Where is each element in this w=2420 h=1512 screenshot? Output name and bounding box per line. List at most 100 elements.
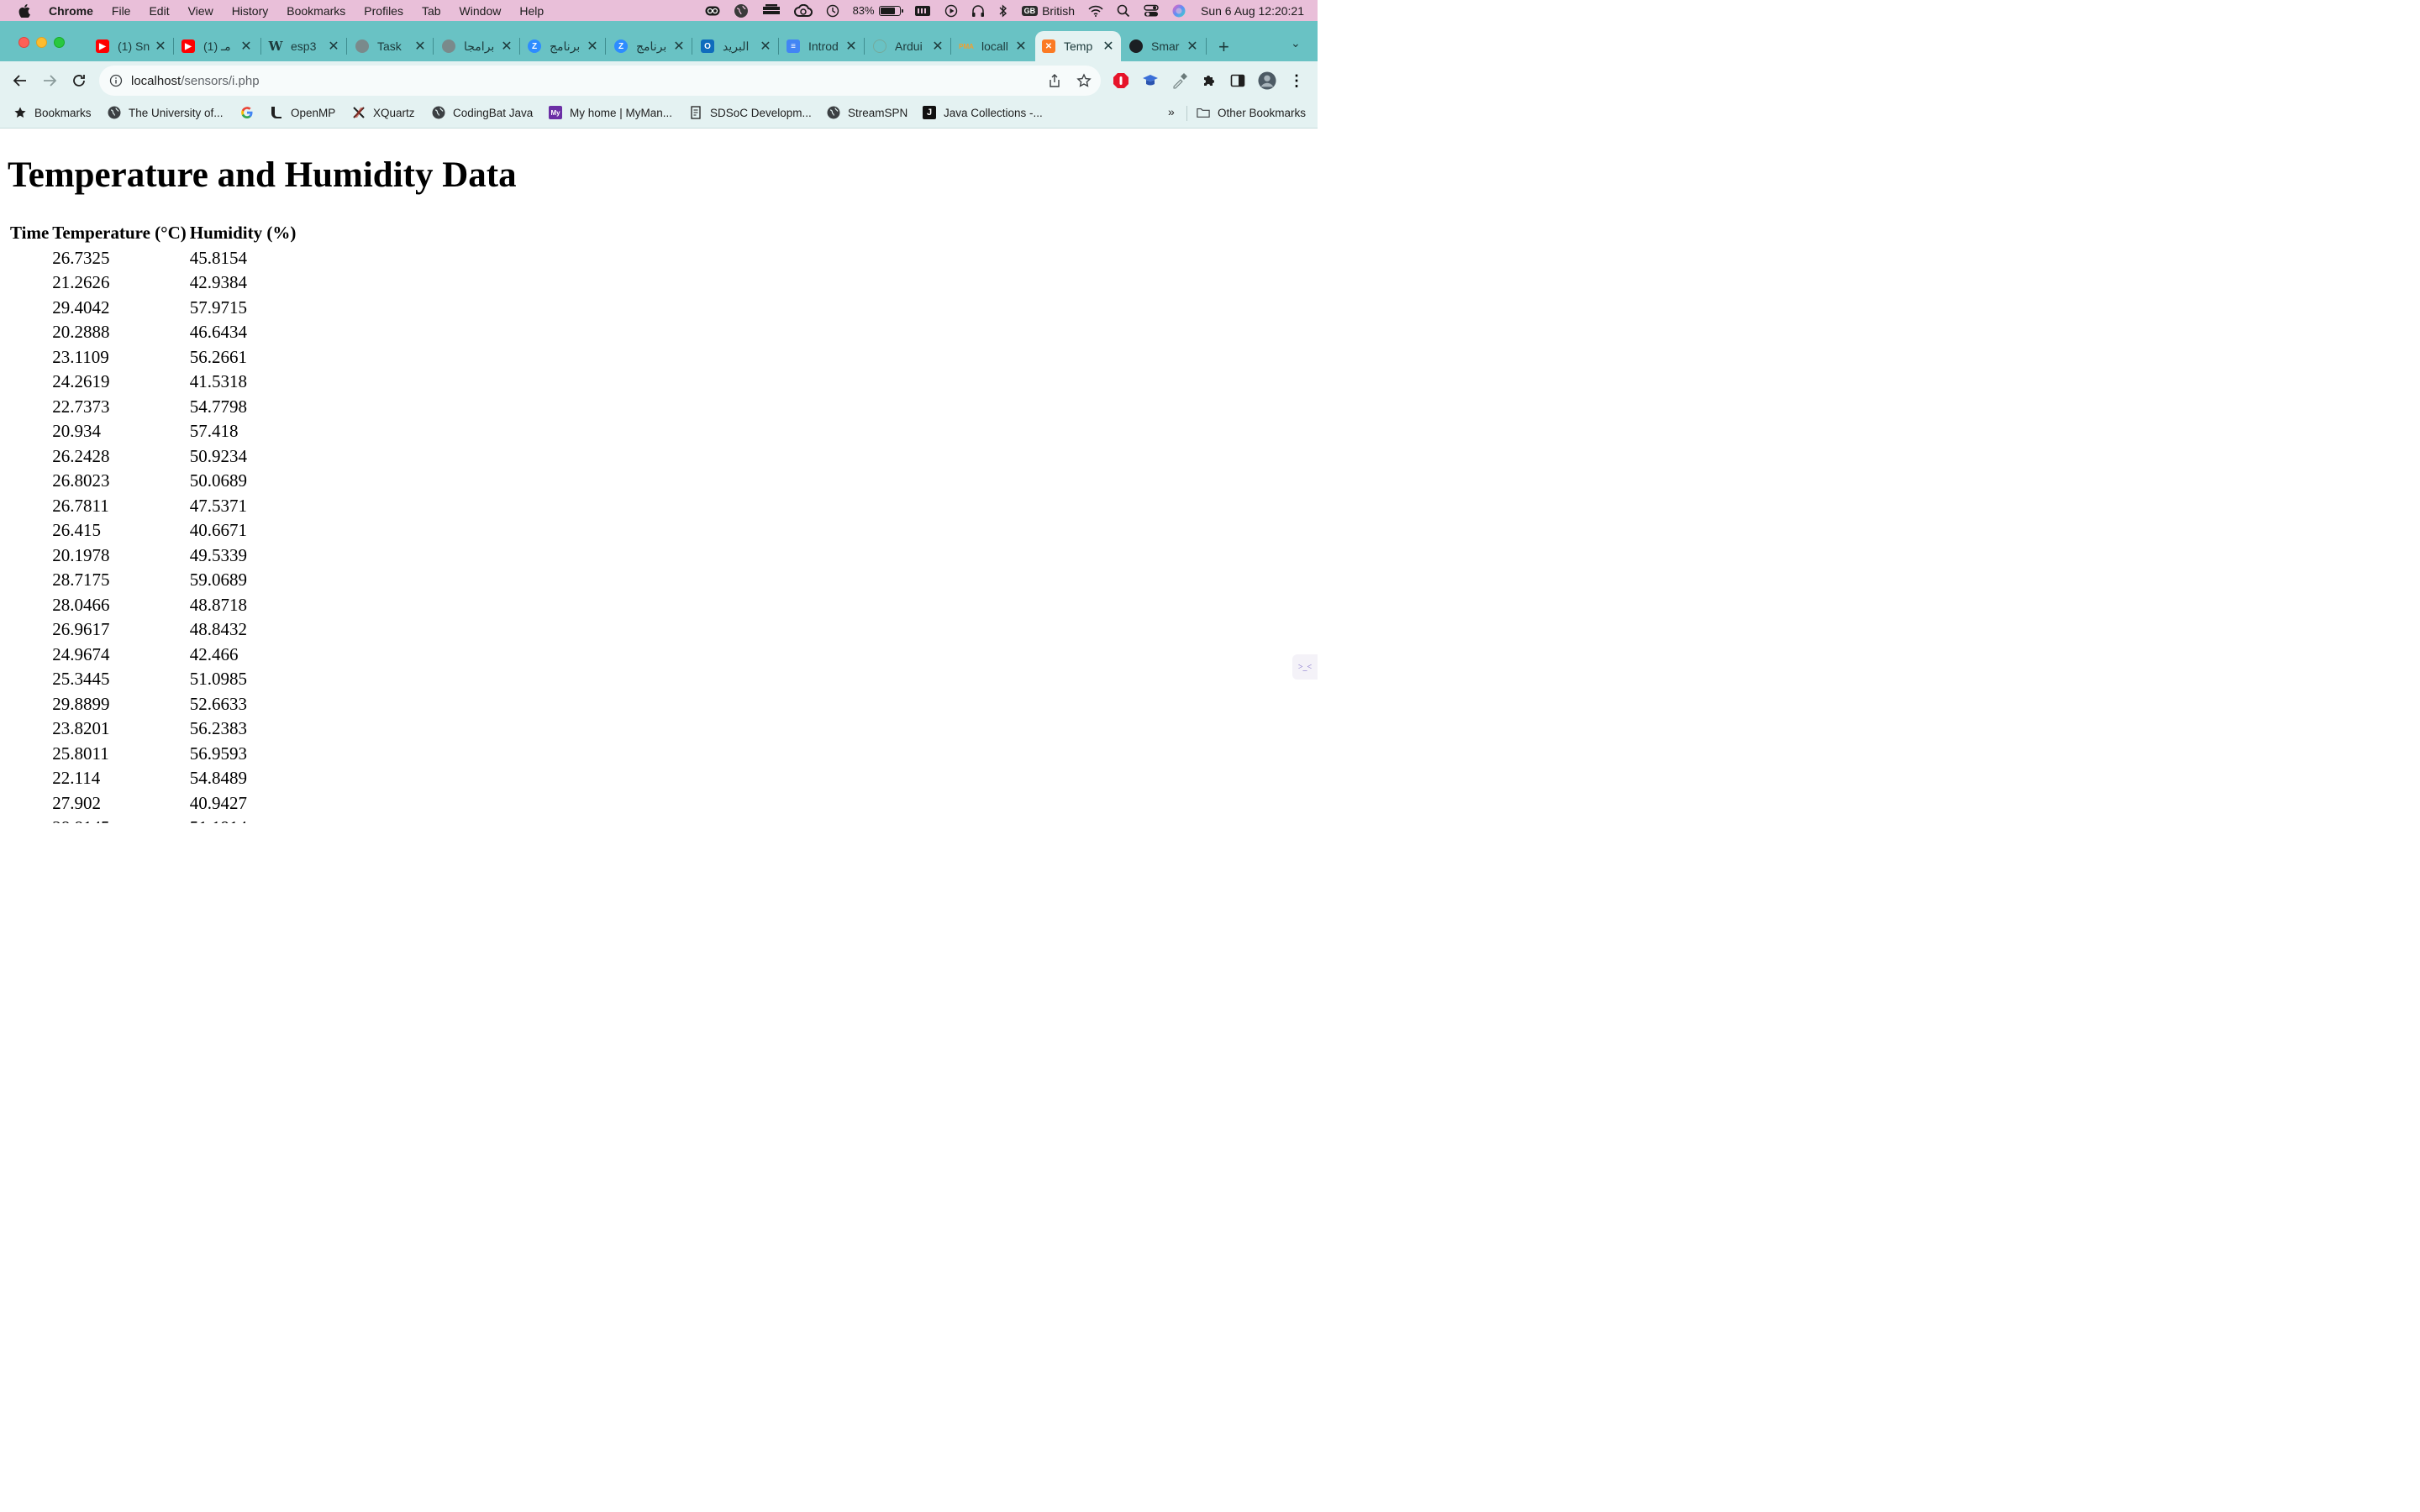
- reload-icon[interactable]: [69, 71, 89, 91]
- infinity-app-icon[interactable]: [705, 0, 720, 21]
- page-title: Temperature and Humidity Data: [8, 155, 517, 195]
- close-tab-icon[interactable]: ✕: [328, 38, 339, 55]
- wifi-icon[interactable]: [1088, 0, 1103, 21]
- bookmark-codingbat[interactable]: CodingBat Java: [432, 100, 533, 125]
- table-row: 21.2626 42.9384: [9, 271, 297, 295]
- java-j-icon: J: [923, 106, 936, 119]
- tab-separator: [519, 38, 520, 55]
- menu-window[interactable]: Window: [460, 4, 502, 18]
- eyedropper-extension-icon[interactable]: [1171, 71, 1189, 90]
- creative-cloud-icon[interactable]: [793, 0, 813, 21]
- close-tab-icon[interactable]: ✕: [673, 38, 685, 55]
- side-panel-icon[interactable]: [1228, 71, 1247, 90]
- close-tab-icon[interactable]: ✕: [501, 38, 513, 55]
- close-tab-icon[interactable]: ✕: [760, 38, 771, 55]
- share-icon[interactable]: [1046, 72, 1063, 89]
- close-tab-icon[interactable]: ✕: [845, 38, 857, 55]
- memory-chip-icon[interactable]: [914, 0, 931, 21]
- close-window-button[interactable]: [18, 37, 29, 48]
- bookmark-xquartz[interactable]: XQuartz: [352, 100, 415, 125]
- menubar-status-area: 83% GB British Sun 6 Aug 12:20:21: [692, 0, 1318, 21]
- input-source-menu[interactable]: GB British: [1021, 0, 1075, 21]
- time-cell: [9, 792, 50, 816]
- bookmark-myman[interactable]: My My home | MyMan...: [549, 100, 672, 125]
- bookmark-java-collections[interactable]: J Java Collections -...: [923, 100, 1043, 125]
- menu-edit[interactable]: Edit: [149, 4, 169, 18]
- tab-github[interactable]: Smar ✕: [1123, 31, 1205, 61]
- time-cell: [9, 470, 50, 493]
- site-info-icon[interactable]: [109, 74, 123, 87]
- close-tab-icon[interactable]: ✕: [1015, 38, 1027, 55]
- new-tab-plus-icon[interactable]: +: [1218, 36, 1229, 58]
- extensions-puzzle-icon[interactable]: [1200, 71, 1218, 90]
- back-arrow-icon[interactable]: [10, 71, 30, 91]
- bookmark-label: Other Bookmarks: [1218, 106, 1307, 119]
- menu-bookmarks[interactable]: Bookmarks: [287, 4, 345, 18]
- menu-app-name[interactable]: Chrome: [49, 4, 93, 18]
- tab-google-docs[interactable]: ≡ Introd ✕: [780, 31, 864, 61]
- bookmark-openmp[interactable]: OpenMP: [270, 100, 335, 125]
- battery-icon[interactable]: 83%: [853, 0, 903, 21]
- close-tab-icon[interactable]: ✕: [240, 38, 252, 55]
- more-bookmarks-chevron-icon[interactable]: »: [1168, 105, 1175, 118]
- bookmark-bookmarks[interactable]: Bookmarks: [13, 100, 92, 125]
- spotlight-search-icon[interactable]: [1117, 0, 1130, 21]
- temperature-cell: 24.2619: [52, 371, 110, 392]
- play-circle-icon[interactable]: [944, 0, 958, 21]
- close-tab-icon[interactable]: ✕: [587, 38, 598, 55]
- menu-view[interactable]: View: [188, 4, 213, 18]
- time-machine-icon[interactable]: [826, 0, 839, 21]
- time-cell: [9, 544, 50, 568]
- siri-icon[interactable]: [1172, 0, 1186, 21]
- bookmark-streamspn[interactable]: StreamSPN: [827, 100, 908, 125]
- profile-avatar[interactable]: [1258, 71, 1276, 90]
- forward-arrow-icon[interactable]: [39, 71, 60, 91]
- menu-history[interactable]: History: [232, 4, 269, 18]
- tab-arabic-programs-1[interactable]: برامجا ✕: [435, 31, 519, 61]
- tab-chatgpt-arduino[interactable]: Ardui ✕: [866, 31, 950, 61]
- tab-temperature-active[interactable]: ✕ Temp ✕: [1035, 31, 1121, 61]
- headphones-icon[interactable]: [971, 0, 985, 21]
- minimize-window-button[interactable]: [36, 37, 47, 48]
- adblock-extension-icon[interactable]: [1112, 71, 1130, 90]
- bluetooth-icon[interactable]: [998, 0, 1008, 21]
- bookmark-label: StreamSPN: [848, 106, 908, 119]
- bookmark-other-folder[interactable]: Other Bookmarks: [1197, 100, 1306, 125]
- menubar-clock[interactable]: Sun 6 Aug 12:20:21: [1201, 4, 1304, 18]
- tab-task[interactable]: Task ✕: [349, 31, 433, 61]
- time-cell: [9, 321, 50, 344]
- close-tab-icon[interactable]: ✕: [1102, 38, 1114, 55]
- close-tab-icon[interactable]: ✕: [155, 38, 166, 55]
- menu-profiles[interactable]: Profiles: [364, 4, 403, 18]
- bookmark-google[interactable]: [240, 100, 261, 125]
- time-cell: [9, 668, 50, 691]
- control-center-icon[interactable]: [1144, 0, 1159, 21]
- close-tab-icon[interactable]: ✕: [932, 38, 944, 55]
- chrome-menu-kebab-icon[interactable]: ⋮: [1287, 71, 1306, 90]
- apple-logo-icon[interactable]: [18, 3, 30, 18]
- globe-vpn-icon[interactable]: [734, 0, 749, 21]
- bookmark-star-icon[interactable]: [1076, 72, 1092, 89]
- close-tab-icon[interactable]: ✕: [1186, 38, 1198, 55]
- tab-youtube-1[interactable]: ▶ (1) Sn ✕: [89, 31, 173, 61]
- zoom-window-button[interactable]: [54, 37, 65, 48]
- menu-file[interactable]: File: [112, 4, 131, 18]
- money-stack-icon[interactable]: [762, 0, 781, 21]
- tab-phpmyadmin[interactable]: PMA locall ✕: [953, 31, 1034, 61]
- bookmark-sdsoc[interactable]: SDSoC Developm...: [689, 100, 812, 125]
- tab-search-chevron-icon[interactable]: ⌄: [1291, 36, 1301, 50]
- tab-zoom-2[interactable]: Z برنامج ✕: [608, 31, 692, 61]
- bookmark-university[interactable]: The University of...: [108, 100, 224, 125]
- graduation-cap-extension-icon[interactable]: [1141, 71, 1160, 90]
- side-assistant-widget-icon[interactable]: >_<: [1292, 654, 1318, 680]
- table-row: 29.4042 57.9715: [9, 297, 297, 320]
- tab-esp32[interactable]: W esp3 ✕: [262, 31, 346, 61]
- menu-tab[interactable]: Tab: [422, 4, 441, 18]
- tab-outlook-mail[interactable]: O البريد ✕: [694, 31, 778, 61]
- menu-help[interactable]: Help: [519, 4, 544, 18]
- humidity-cell: 59.0689: [189, 570, 247, 591]
- address-bar[interactable]: localhost/sensors/i.php: [99, 66, 1101, 96]
- tab-youtube-2[interactable]: ▶ (1) مـ ✕: [175, 31, 259, 61]
- close-tab-icon[interactable]: ✕: [414, 38, 426, 55]
- tab-zoom-1[interactable]: Z برنامج ✕: [521, 31, 605, 61]
